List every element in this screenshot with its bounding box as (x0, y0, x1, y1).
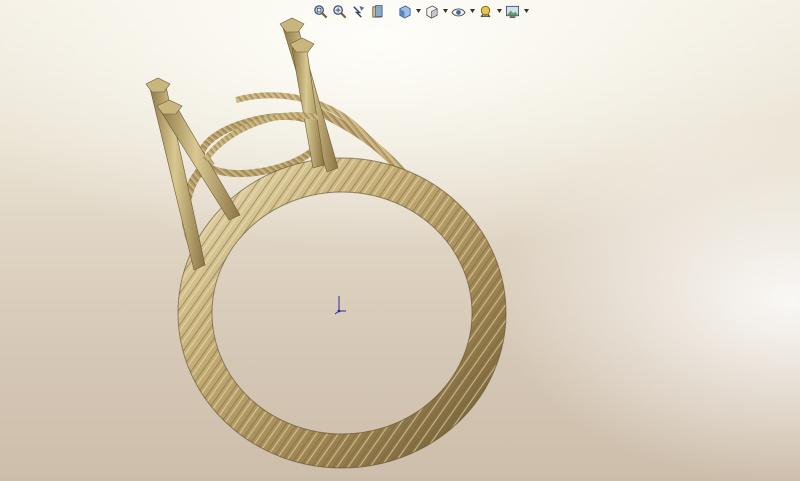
hide-show-items-button[interactable] (450, 3, 467, 20)
chevron-down-icon (415, 9, 421, 13)
apply-scene-button[interactable] (504, 3, 521, 20)
chevron-down-icon (469, 9, 475, 13)
reference-triad-icon (334, 296, 346, 315)
chevron-down-icon (523, 9, 529, 13)
zoom-to-area-icon (333, 4, 347, 18)
view-orientation-icon (399, 4, 411, 18)
heads-up-view-toolbar (312, 1, 529, 21)
hide-show-items-dropdown[interactable] (469, 3, 475, 20)
view-orientation-dropdown[interactable] (415, 3, 421, 20)
graphics-viewport[interactable] (0, 0, 800, 481)
edit-appearance-button[interactable] (477, 3, 494, 20)
zoom-to-area-button[interactable] (331, 3, 348, 20)
zoom-to-fit-button[interactable] (312, 3, 329, 20)
apply-scene-dropdown[interactable] (523, 3, 529, 20)
display-style-dropdown[interactable] (442, 3, 448, 20)
apply-scene-icon (505, 5, 520, 18)
display-style-icon (426, 4, 438, 19)
zoom-to-fit-icon (314, 4, 328, 18)
chevron-down-icon (442, 9, 448, 13)
edit-appearance-icon (480, 5, 491, 17)
chevron-down-icon (496, 9, 502, 13)
edit-appearance-dropdown[interactable] (496, 3, 502, 20)
section-view-icon (372, 4, 383, 17)
hide-show-items-icon (451, 7, 466, 16)
view-orientation-button[interactable] (396, 3, 413, 20)
section-view-button[interactable] (369, 3, 386, 20)
previous-view-icon (353, 5, 365, 18)
display-style-button[interactable] (423, 3, 440, 20)
previous-view-button[interactable] (350, 3, 367, 20)
